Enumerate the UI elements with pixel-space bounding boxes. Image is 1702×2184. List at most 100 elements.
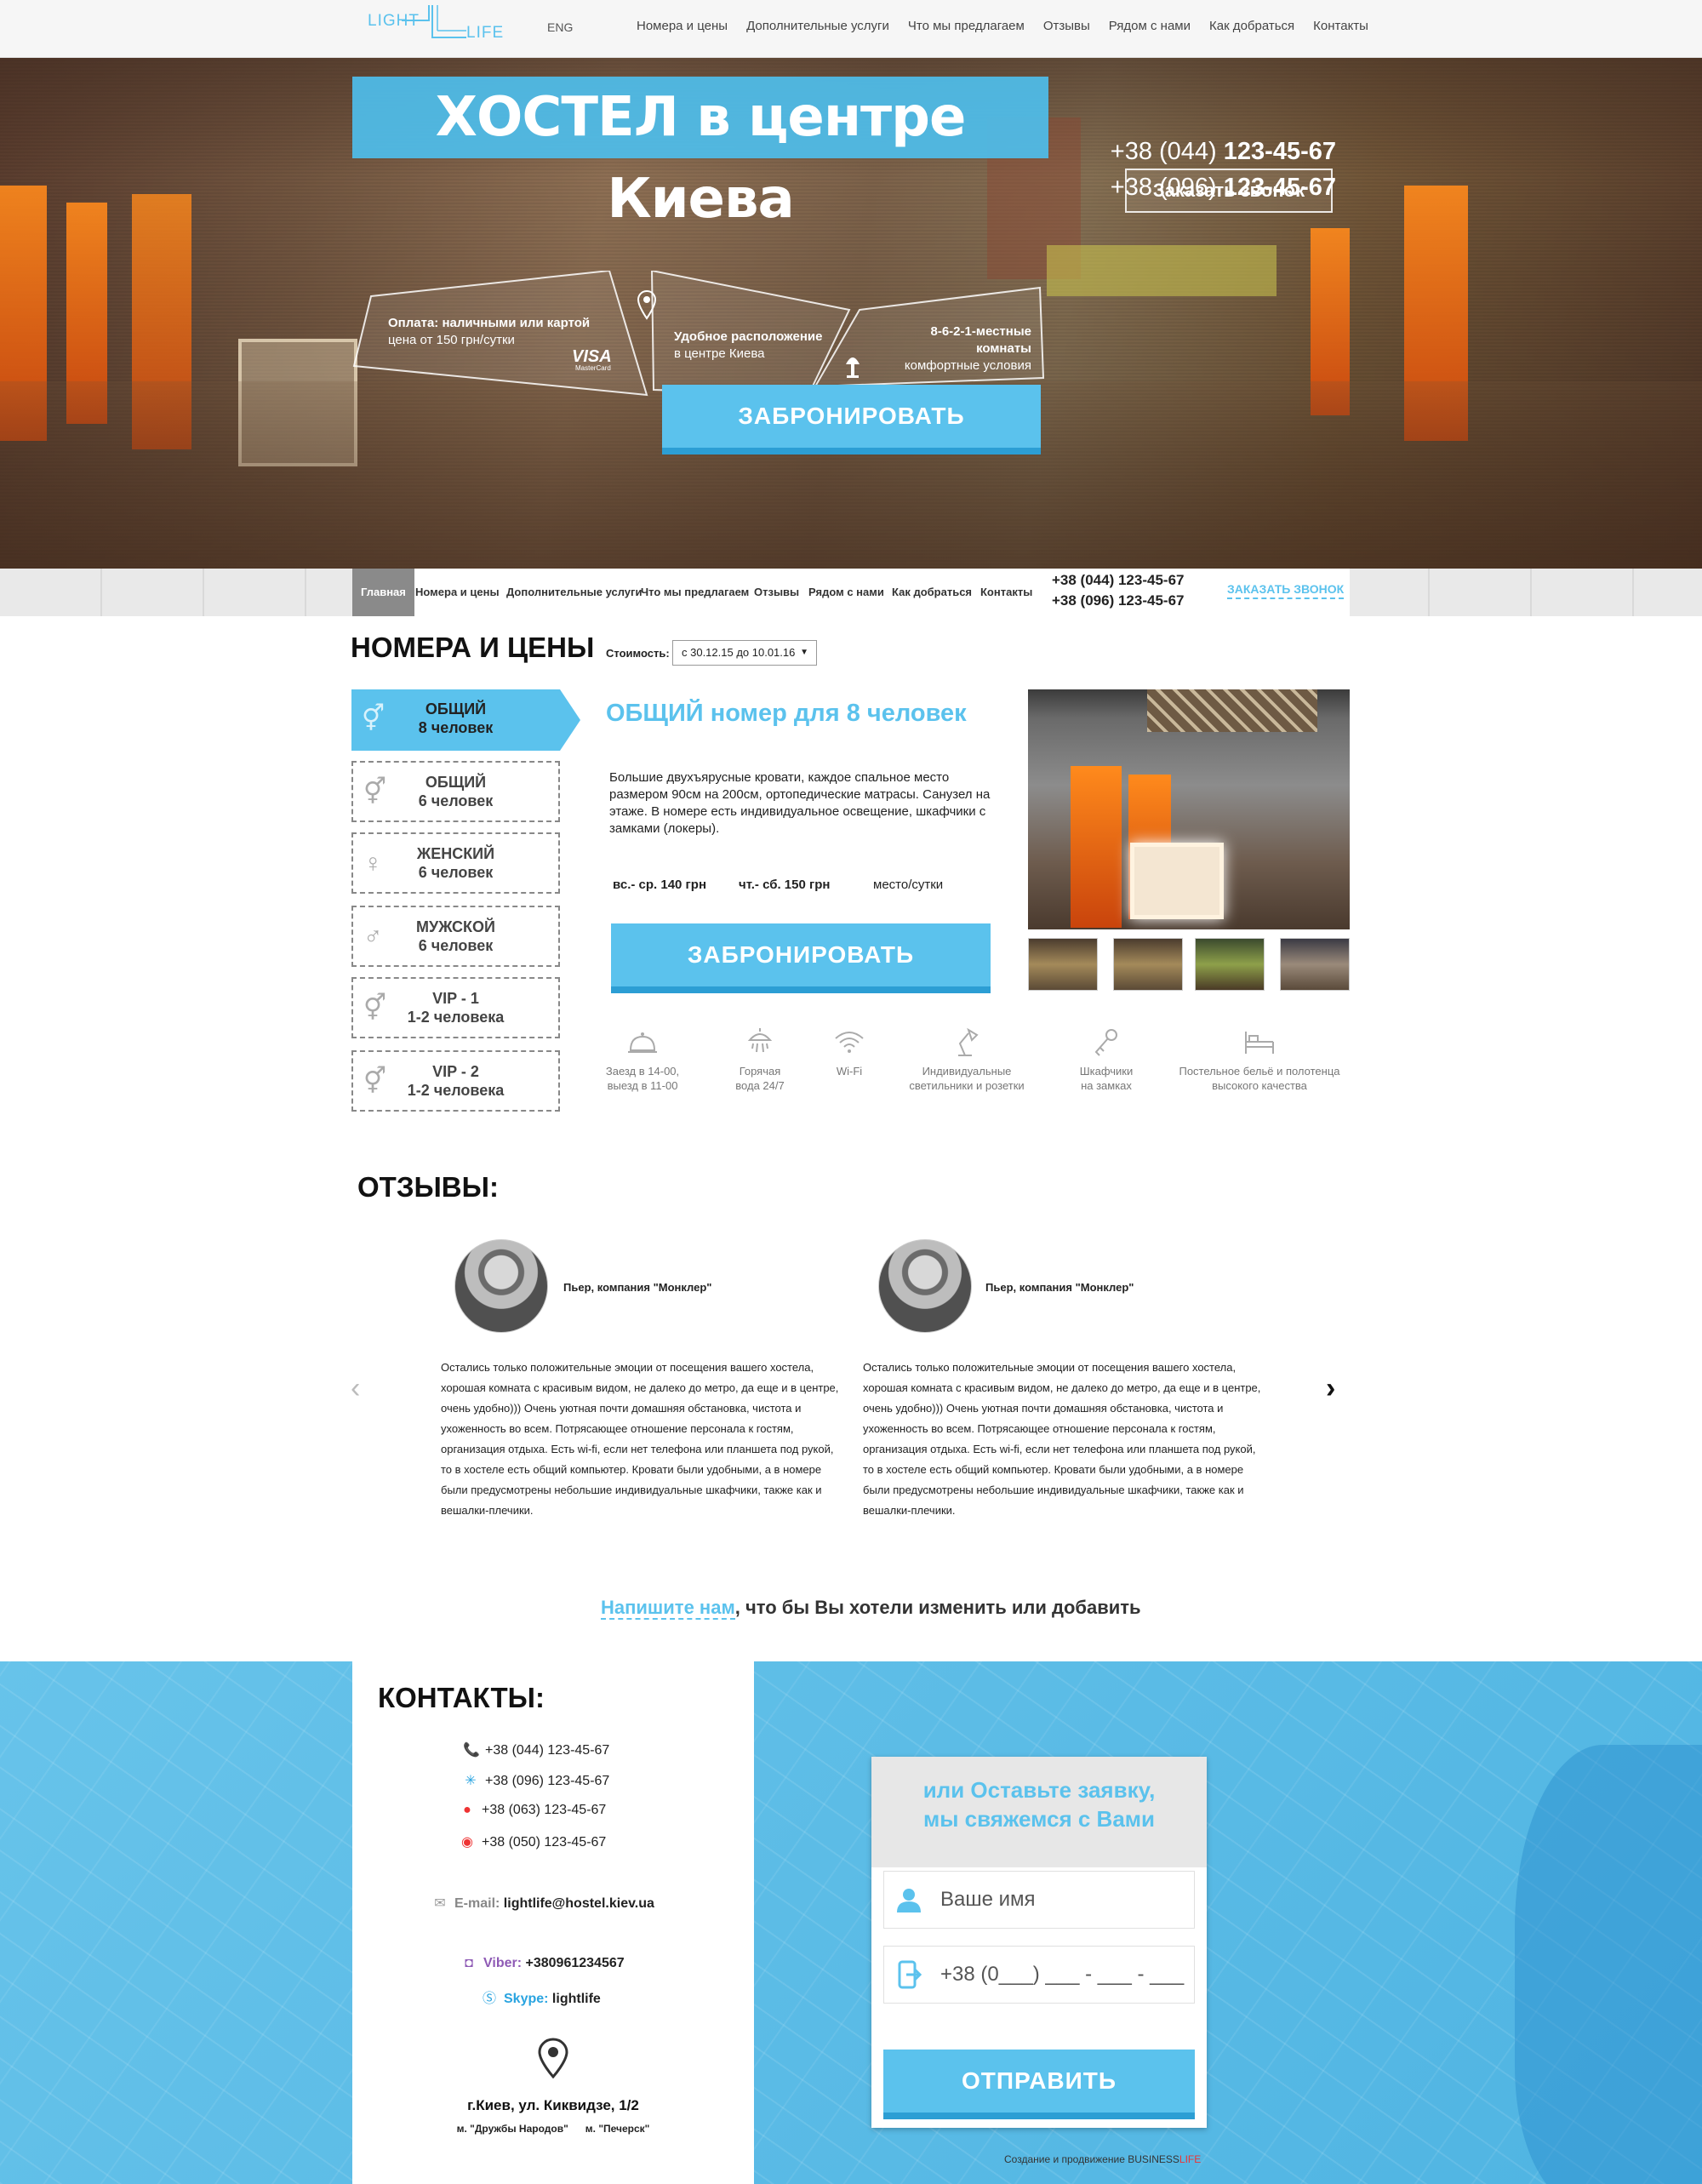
- logo[interactable]: LIGHT LIFE: [364, 5, 509, 51]
- sub-nav-phone-1[interactable]: +38 (044) 123-45-67: [1052, 572, 1184, 589]
- logo-text-bottom: LIFE: [466, 24, 505, 42]
- top-nav-nearby[interactable]: Рядом с нами: [1109, 19, 1191, 33]
- envelope-icon: ✉: [434, 1896, 446, 1911]
- room-tab-common-6[interactable]: ⚥ ОБЩИЙ 6 человек: [351, 761, 560, 822]
- footer-credit[interactable]: Создание и продвижение BUSINESSLIFE: [1004, 2153, 1201, 2165]
- shower-icon: [747, 1028, 773, 1053]
- contact-email[interactable]: ✉ E-mail: lightlife@hostel.kiev.ua: [432, 1895, 654, 1912]
- phone-input[interactable]: +38 (0___) ___ - ___ - ___: [883, 1946, 1195, 2004]
- lamp-icon: [846, 357, 860, 378]
- contact-address: г.Киев, ул. Киквидзе, 1/2: [467, 2097, 639, 2113]
- photo-reception-desk: [1130, 843, 1224, 919]
- review-text: Остались только положительные эмоции от …: [441, 1361, 839, 1517]
- form-send-button[interactable]: ОТПРАВИТЬ: [883, 2050, 1195, 2119]
- bell-icon: [628, 1032, 657, 1053]
- hero-kitchen-decor: [1047, 245, 1276, 296]
- location-pin-icon: [637, 289, 657, 320]
- room-thumb[interactable]: [1280, 938, 1350, 991]
- map-pin-icon: [538, 2038, 568, 2078]
- hero-book-button[interactable]: ЗАБРОНИРОВАТЬ: [662, 385, 1041, 455]
- top-nav-offer[interactable]: Что мы предлагаем: [908, 19, 1025, 33]
- room-tab-male-6[interactable]: ♂ МУЖСКОЙ 6 человек: [351, 906, 560, 967]
- key-icon: [1094, 1029, 1117, 1056]
- amenity-checkin: Заезд в 14-00, выезд в 11-00: [596, 1026, 689, 1093]
- review-text: Остались только положительные эмоции от …: [863, 1361, 1261, 1517]
- life-operator-icon: ●: [463, 1803, 471, 1817]
- gender-male-icon: ♂: [363, 923, 383, 951]
- room-tab-vip-1[interactable]: ⚥ VIP - 1 1-2 человека: [351, 977, 560, 1038]
- room-thumb[interactable]: [1028, 938, 1098, 991]
- room-tab-vip-2[interactable]: ⚥ VIP - 2 1-2 человека: [351, 1050, 560, 1112]
- write-us-link[interactable]: Напишите нам: [601, 1597, 735, 1620]
- logo-text-top: LIGHT: [368, 12, 420, 30]
- price-period-select[interactable]: с 30.12.15 до 10.01.16 ▼: [672, 640, 817, 666]
- gender-mixed-icon: ⚥: [363, 778, 387, 806]
- reviews-next-arrow[interactable]: ›: [1326, 1372, 1335, 1405]
- reviews-prev-arrow[interactable]: ‹: [351, 1372, 360, 1405]
- map-river: [1515, 1745, 1702, 2184]
- room-thumb[interactable]: [1113, 938, 1183, 991]
- top-nav-reviews[interactable]: Отзывы: [1043, 19, 1090, 33]
- room-thumb[interactable]: [1195, 938, 1265, 991]
- sub-nav-nearby[interactable]: Рядом с нами: [808, 569, 884, 616]
- contact-metro: м. "Дружбы Народов" м. "Печерск": [456, 2123, 650, 2135]
- room-title: ОБЩИЙ номер для 8 человек: [606, 700, 967, 727]
- hero-phone-1[interactable]: +38 (044) 123-45-67: [1106, 138, 1336, 166]
- mobile-phone-icon: [898, 1960, 922, 1989]
- phone-icon: 📞: [463, 1743, 480, 1758]
- top-nav-contacts[interactable]: Контакты: [1313, 19, 1368, 33]
- wifi-icon: [835, 1032, 864, 1053]
- avatar: [878, 1239, 972, 1333]
- write-us-line: Напишите нам, что бы Вы хотели изменить …: [601, 1597, 1141, 1620]
- amenity-hot-water: Горячая вода 24/7: [713, 1026, 807, 1093]
- contacts-title: КОНТАКТЫ:: [378, 1682, 545, 1713]
- sub-nav-callback-link[interactable]: ЗАКАЗАТЬ ЗВОНОК: [1227, 582, 1345, 599]
- request-form-title: или Оставьте заявку, мы свяжемся с Вами: [922, 1777, 1156, 1832]
- rooms-section-title: НОМЕРА И ЦЕНЫ: [351, 632, 595, 663]
- room-tab-common-8[interactable]: ⚥ ОБЩИЙ 8 человек: [351, 689, 580, 751]
- top-nav-directions[interactable]: Как добраться: [1209, 19, 1294, 33]
- hero-callback-button[interactable]: Заказать звонок: [1125, 169, 1333, 213]
- room-book-button[interactable]: ЗАБРОНИРОВАТЬ: [611, 923, 991, 993]
- amenity-lighting: Индивидуальные светильники и розетки: [899, 1026, 1035, 1093]
- avatar: [454, 1239, 548, 1333]
- gender-mixed-icon: ⚥: [362, 705, 386, 733]
- contact-skype[interactable]: Ⓢ Skype: lightlife: [482, 1987, 601, 2007]
- contact-phone-2[interactable]: ✳ +38 (096) 123-45-67: [463, 1772, 609, 1789]
- chevron-down-icon: ▼: [800, 648, 808, 657]
- viber-icon: ◘: [465, 1956, 473, 1970]
- room-tab-female-6[interactable]: ♀ ЖЕНСКИЙ 6 человек: [351, 832, 560, 894]
- sub-nav-services[interactable]: Дополнительные услуги: [506, 569, 642, 616]
- top-nav-rooms[interactable]: Номера и цены: [637, 19, 728, 33]
- desk-lamp-icon: [958, 1027, 979, 1056]
- top-nav-services[interactable]: Дополнительные услуги: [746, 19, 889, 33]
- contact-phone-1[interactable]: 📞 +38 (044) 123-45-67: [463, 1741, 609, 1758]
- sub-nav-offer[interactable]: Что мы предлагаем: [641, 569, 749, 616]
- name-input[interactable]: Ваше имя: [883, 1871, 1195, 1929]
- sub-nav-contacts[interactable]: Контакты: [980, 569, 1032, 616]
- room-photo[interactable]: [1028, 689, 1350, 929]
- skype-icon: Ⓢ: [482, 1992, 496, 2006]
- photo-door-decor: [1071, 766, 1122, 928]
- amenity-lockers: Шкафчики на замках: [1064, 1026, 1149, 1093]
- price-unit: место/сутки: [873, 878, 944, 892]
- gender-mixed-icon: ⚥: [363, 994, 387, 1022]
- sub-nav-home[interactable]: Главная: [352, 569, 414, 616]
- contact-phone-4[interactable]: ◉ +38 (050) 123-45-67: [460, 1833, 606, 1850]
- bed-icon: [1245, 1032, 1274, 1054]
- mts-operator-icon: ◉: [461, 1835, 473, 1850]
- sub-nav-directions[interactable]: Как добраться: [892, 569, 972, 616]
- language-switch[interactable]: ENG: [547, 20, 573, 34]
- feature-location: Удобное расположение в центре Киева: [674, 329, 823, 361]
- city-map-background: [0, 1661, 1702, 2184]
- amenity-wifi: Wi-Fi: [808, 1026, 890, 1078]
- price-weekend: чт.- сб. 150 грн: [739, 878, 831, 892]
- price-period-label: Стоимость:: [606, 647, 670, 660]
- gender-mixed-icon: ⚥: [363, 1067, 387, 1095]
- sub-nav-reviews[interactable]: Отзывы: [754, 569, 799, 616]
- contact-viber[interactable]: ◘ Viber: +380961234567: [461, 1956, 624, 1971]
- mastercard-logo: MasterCard: [575, 364, 611, 372]
- sub-nav-phone-2[interactable]: +38 (096) 123-45-67: [1052, 592, 1184, 609]
- sub-nav-rooms[interactable]: Номера и цены: [415, 569, 500, 616]
- contact-phone-3[interactable]: ● +38 (063) 123-45-67: [460, 1803, 606, 1818]
